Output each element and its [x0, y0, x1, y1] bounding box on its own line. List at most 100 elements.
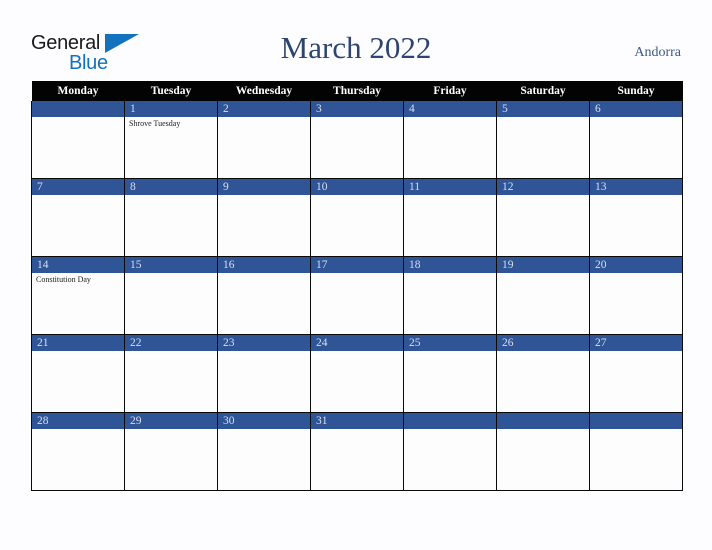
calendar-day-cell[interactable]: 10 — [310, 178, 404, 257]
weekday-header-wednesday: Wednesday — [217, 81, 311, 101]
day-number: 10 — [311, 179, 403, 195]
day-events — [311, 273, 403, 275]
day-cell-inner: 28 — [32, 413, 124, 490]
day-number: 4 — [404, 101, 496, 117]
calendar-day-cell[interactable]: 21 — [31, 334, 125, 413]
calendar-day-cell[interactable]: 4 — [403, 101, 497, 179]
day-cell-inner: 13 — [590, 179, 682, 256]
calendar-day-cell[interactable]: 26 — [496, 334, 590, 413]
calendar-day-cell[interactable]: 11 — [403, 178, 497, 257]
day-events — [32, 195, 124, 197]
day-cell-inner: 10 — [311, 179, 403, 256]
day-cell-inner: 9 — [218, 179, 310, 256]
day-number: 23 — [218, 335, 310, 351]
calendar-day-cell[interactable]: 25 — [403, 334, 497, 413]
day-cell-inner: 6 — [590, 101, 682, 178]
day-events — [404, 195, 496, 197]
day-events — [497, 273, 589, 275]
day-cell-inner: 17 — [311, 257, 403, 334]
calendar-day-cell[interactable]: 18 — [403, 256, 497, 335]
day-number: 30 — [218, 413, 310, 429]
day-number — [32, 101, 124, 117]
calendar-day-cell[interactable]: 20 — [589, 256, 683, 335]
day-cell-inner: 4 — [404, 101, 496, 178]
calendar-week-row: 28 29 30 31 — [31, 412, 683, 491]
calendar-day-cell[interactable] — [403, 412, 497, 491]
calendar-day-cell[interactable]: 15 — [124, 256, 218, 335]
calendar-week-row: 21 22 23 24 25 26 27 — [31, 334, 683, 413]
calendar-day-cell[interactable]: 5 — [496, 101, 590, 179]
day-events — [497, 195, 589, 197]
day-cell-inner: 1 Shrove Tuesday — [125, 101, 217, 178]
day-number: 26 — [497, 335, 589, 351]
region-label: Andorra — [634, 45, 681, 60]
day-number: 25 — [404, 335, 496, 351]
calendar-day-cell[interactable]: 8 — [124, 178, 218, 257]
day-events — [32, 351, 124, 353]
day-events — [497, 429, 589, 431]
calendar-day-cell[interactable]: 2 — [217, 101, 311, 179]
day-events — [404, 429, 496, 431]
calendar-day-cell[interactable]: 27 — [589, 334, 683, 413]
calendar-day-cell[interactable]: 17 — [310, 256, 404, 335]
calendar-day-cell[interactable]: 12 — [496, 178, 590, 257]
calendar-day-cell[interactable]: 22 — [124, 334, 218, 413]
calendar-day-cell[interactable]: 1 Shrove Tuesday — [124, 101, 218, 179]
calendar-day-cell[interactable]: 7 — [31, 178, 125, 257]
calendar-header-row: Monday Tuesday Wednesday Thursday Friday… — [31, 81, 683, 101]
day-events: Shrove Tuesday — [125, 117, 217, 129]
day-cell-inner: 7 — [32, 179, 124, 256]
day-cell-inner: 23 — [218, 335, 310, 412]
day-events — [32, 117, 124, 119]
day-number: 11 — [404, 179, 496, 195]
weekday-header-sunday: Sunday — [589, 81, 683, 101]
page-title: March 2022 — [280, 30, 432, 65]
calendar-day-cell[interactable]: 6 — [589, 101, 683, 179]
calendar-day-cell[interactable]: 19 — [496, 256, 590, 335]
calendar-day-cell[interactable]: 31 — [310, 412, 404, 491]
day-cell-inner: 12 — [497, 179, 589, 256]
calendar-day-cell[interactable]: 28 — [31, 412, 125, 491]
day-number: 14 — [32, 257, 124, 273]
calendar-day-cell[interactable]: 14 Constitution Day — [31, 256, 125, 335]
day-events — [125, 273, 217, 275]
calendar-day-cell[interactable]: 16 — [217, 256, 311, 335]
day-events — [590, 117, 682, 119]
day-number: 16 — [218, 257, 310, 273]
day-cell-inner — [32, 101, 124, 178]
day-cell-inner: 16 — [218, 257, 310, 334]
day-events — [590, 429, 682, 431]
weekday-header-thursday: Thursday — [310, 81, 404, 101]
calendar-day-cell[interactable] — [31, 101, 125, 179]
day-events — [32, 429, 124, 431]
day-cell-inner: 2 — [218, 101, 310, 178]
day-events: Constitution Day — [32, 273, 124, 285]
calendar-day-cell[interactable] — [589, 412, 683, 491]
calendar-day-cell[interactable]: 3 — [310, 101, 404, 179]
day-cell-inner: 15 — [125, 257, 217, 334]
event-label[interactable]: Constitution Day — [36, 275, 121, 285]
day-number: 12 — [497, 179, 589, 195]
calendar-day-cell[interactable]: 9 — [217, 178, 311, 257]
day-cell-inner — [404, 413, 496, 490]
day-events — [404, 117, 496, 119]
calendar-day-cell[interactable]: 29 — [124, 412, 218, 491]
day-number: 9 — [218, 179, 310, 195]
calendar-day-cell[interactable]: 30 — [217, 412, 311, 491]
day-cell-inner: 21 — [32, 335, 124, 412]
calendar-day-cell[interactable]: 24 — [310, 334, 404, 413]
event-label[interactable]: Shrove Tuesday — [129, 119, 214, 129]
weekday-header-friday: Friday — [403, 81, 497, 101]
day-events — [311, 117, 403, 119]
calendar-day-cell[interactable] — [496, 412, 590, 491]
day-cell-inner: 26 — [497, 335, 589, 412]
day-number — [404, 413, 496, 429]
day-cell-inner — [590, 413, 682, 490]
calendar-day-cell[interactable]: 13 — [589, 178, 683, 257]
calendar-day-cell[interactable]: 23 — [217, 334, 311, 413]
day-cell-inner: 30 — [218, 413, 310, 490]
day-cell-inner: 22 — [125, 335, 217, 412]
day-cell-inner: 5 — [497, 101, 589, 178]
day-number: 8 — [125, 179, 217, 195]
day-cell-inner: 19 — [497, 257, 589, 334]
